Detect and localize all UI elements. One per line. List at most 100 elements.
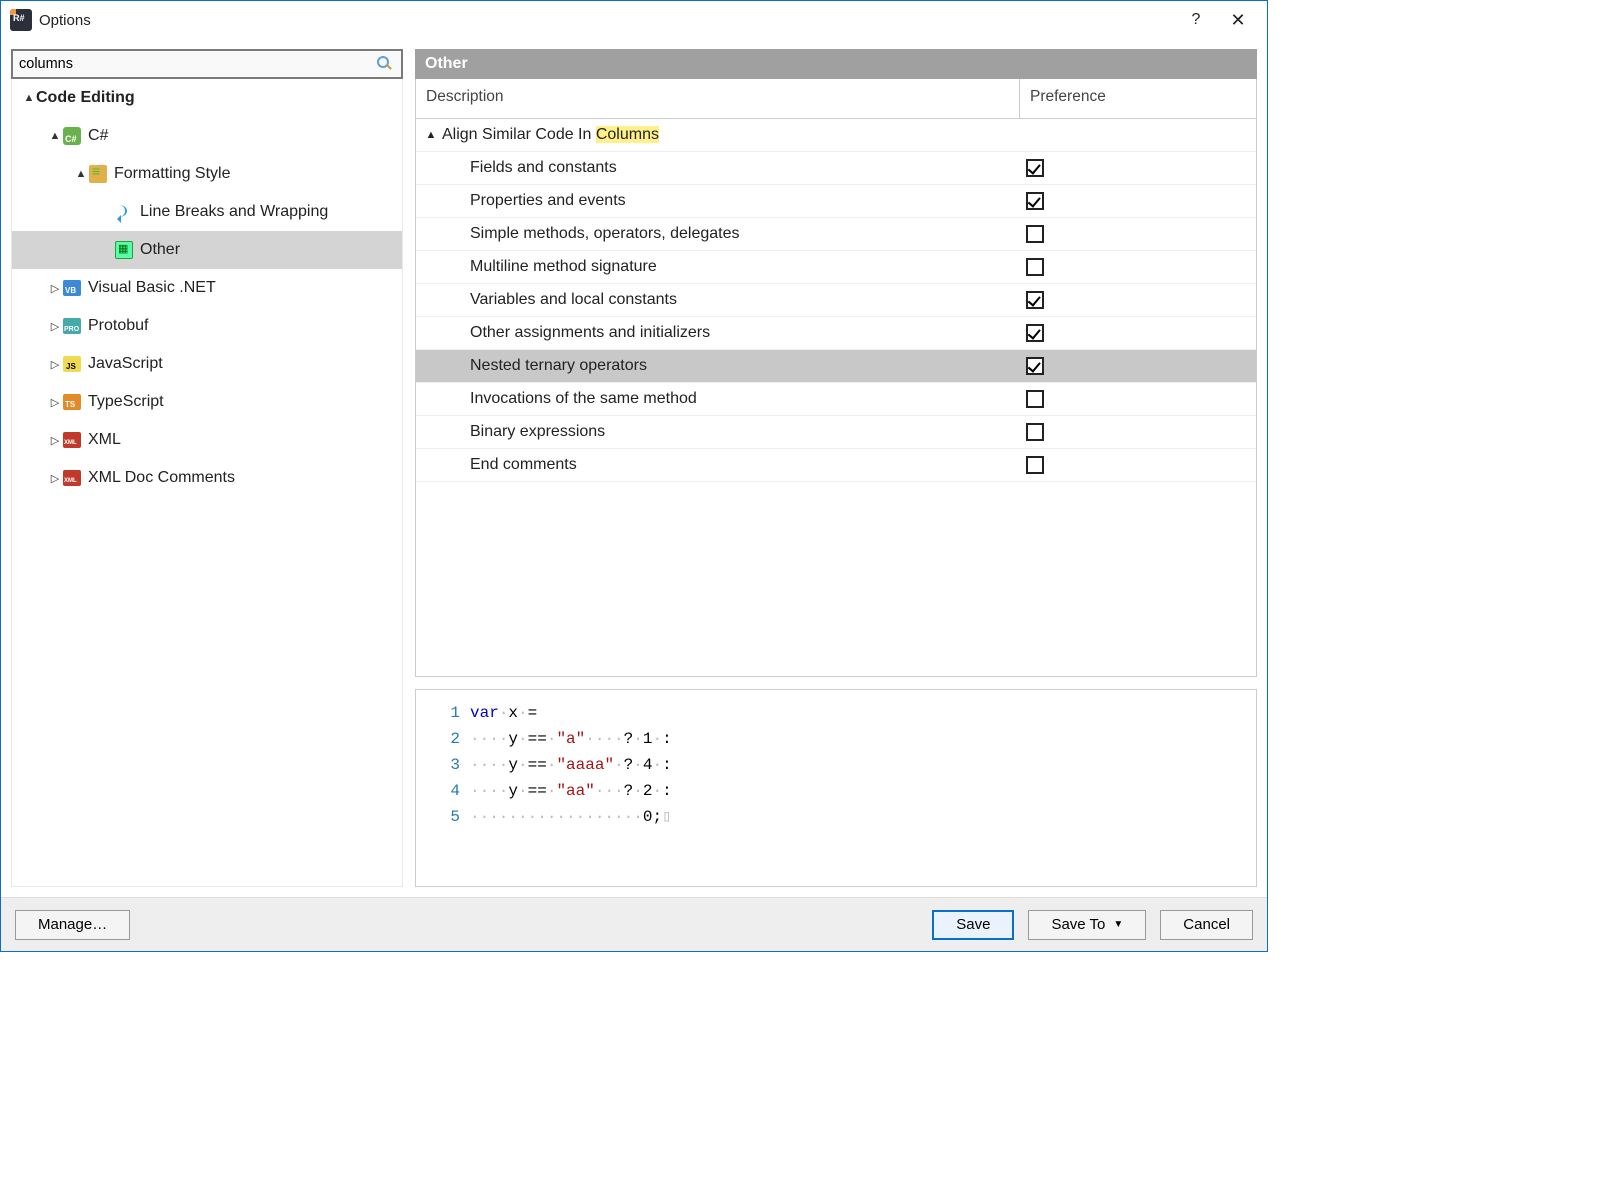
options-window: Options ? ✕ ▲ Code Editing ▲ C# ▲ [0, 0, 1268, 952]
code-line: 2····y·==·"a"····?·1·: [430, 726, 1242, 752]
titlebar: Options ? ✕ [1, 1, 1267, 39]
tree-item-vb[interactable]: ▷ Visual Basic .NET [12, 269, 402, 307]
caret-right-icon: ▷ [48, 472, 62, 485]
preference-checkbox[interactable] [1026, 291, 1044, 309]
formatting-icon [88, 164, 108, 184]
grid-row-label: Other assignments and initializers [470, 324, 710, 342]
caret-down-icon: ▲ [74, 168, 88, 180]
line-number: 1 [430, 700, 460, 726]
tree-item-csharp[interactable]: ▲ C# [12, 117, 402, 155]
preference-checkbox[interactable] [1026, 456, 1044, 474]
grid-row-label: Variables and local constants [470, 291, 677, 309]
options-tree: ▲ Code Editing ▲ C# ▲ Formatting Style L… [11, 79, 403, 887]
preference-checkbox[interactable] [1026, 423, 1044, 441]
caret-down-icon: ▲ [22, 92, 36, 104]
grid-row[interactable]: Nested ternary operators [416, 350, 1256, 383]
tree-item-protobuf[interactable]: ▷ Protobuf [12, 307, 402, 345]
code-preview: 1var·x·=2····y·==·"a"····?·1·:3····y·==·… [415, 689, 1257, 887]
preference-checkbox[interactable] [1026, 390, 1044, 408]
save-button[interactable]: Save [932, 910, 1014, 940]
section-title: Other [425, 55, 468, 73]
grid-row-label: Properties and events [470, 192, 626, 210]
grid-row-label: Multiline method signature [470, 258, 657, 276]
preference-checkbox[interactable] [1026, 258, 1044, 276]
window-title: Options [39, 12, 1175, 29]
grid-group-row[interactable]: ▲ Align Similar Code In Columns [416, 119, 1256, 152]
close-button[interactable]: ✕ [1217, 5, 1259, 35]
tree-item-xml-doc[interactable]: ▷ XML Doc Comments [12, 459, 402, 497]
footer: Manage… Save Save To▼ Cancel [1, 897, 1267, 951]
xml-icon [62, 468, 82, 488]
caret-right-icon: ▷ [48, 434, 62, 447]
caret-right-icon: ▷ [48, 358, 62, 371]
grid-row[interactable]: Variables and local constants [416, 284, 1256, 317]
code-line: 1var·x·= [430, 700, 1242, 726]
ts-icon [62, 392, 82, 412]
code-line: 4····y·==·"aa"···?·2·: [430, 778, 1242, 804]
grid-row[interactable]: Invocations of the same method [416, 383, 1256, 416]
preferences-grid: Description Preference ▲ Align Similar C… [415, 79, 1257, 677]
xml-icon [62, 430, 82, 450]
csharp-icon [62, 126, 82, 146]
grid-row-label: Invocations of the same method [470, 390, 697, 408]
preference-checkbox[interactable] [1026, 225, 1044, 243]
chevron-down-icon: ▼ [1113, 919, 1123, 930]
code-line: 5··················0;▯ [430, 804, 1242, 830]
preference-checkbox[interactable] [1026, 192, 1044, 210]
content-area: ▲ Code Editing ▲ C# ▲ Formatting Style L… [1, 39, 1267, 897]
grid-row[interactable]: Other assignments and initializers [416, 317, 1256, 350]
left-panel: ▲ Code Editing ▲ C# ▲ Formatting Style L… [11, 49, 403, 887]
preference-checkbox[interactable] [1026, 324, 1044, 342]
grid-row[interactable]: Binary expressions [416, 416, 1256, 449]
line-number: 5 [430, 804, 460, 830]
grid-row-label: Nested ternary operators [470, 357, 647, 375]
grid-row[interactable]: Simple methods, operators, delegates [416, 218, 1256, 251]
grid-row[interactable]: Fields and constants [416, 152, 1256, 185]
grid-row-label: End comments [470, 456, 577, 474]
preference-checkbox[interactable] [1026, 159, 1044, 177]
tree-item-code-editing[interactable]: ▲ Code Editing [12, 79, 402, 117]
save-to-button[interactable]: Save To▼ [1028, 910, 1146, 940]
line-number: 4 [430, 778, 460, 804]
line-number: 3 [430, 752, 460, 778]
manage-button[interactable]: Manage… [15, 910, 130, 940]
help-button[interactable]: ? [1175, 5, 1217, 35]
app-icon [9, 8, 33, 32]
section-header: Other [415, 49, 1257, 79]
tree-item-formatting-style[interactable]: ▲ Formatting Style [12, 155, 402, 193]
caret-down-icon: ▲ [424, 129, 438, 141]
right-panel: Other Description Preference ▲ Align Sim… [415, 49, 1257, 887]
grid-group-label: Align Similar Code In Columns [442, 126, 659, 144]
search-icon[interactable] [375, 54, 397, 76]
wrap-icon [114, 202, 134, 222]
caret-right-icon: ▷ [48, 396, 62, 409]
caret-right-icon: ▷ [48, 320, 62, 333]
tree-item-typescript[interactable]: ▷ TypeScript [12, 383, 402, 421]
grid-header: Description Preference [416, 79, 1256, 119]
tree-item-line-breaks[interactable]: Line Breaks and Wrapping [12, 193, 402, 231]
grid-row[interactable]: End comments [416, 449, 1256, 482]
caret-right-icon: ▷ [48, 282, 62, 295]
protobuf-icon [62, 316, 82, 336]
search-input[interactable] [13, 51, 371, 77]
search-field-wrap [11, 49, 403, 79]
vb-icon [62, 278, 82, 298]
grid-row[interactable]: Multiline method signature [416, 251, 1256, 284]
js-icon [62, 354, 82, 374]
grid-header-description: Description [416, 79, 1020, 118]
other-icon [114, 240, 134, 260]
grid-body: ▲ Align Similar Code In Columns Fields a… [416, 119, 1256, 676]
grid-row-label: Simple methods, operators, delegates [470, 225, 739, 243]
grid-row-label: Fields and constants [470, 159, 617, 177]
grid-row[interactable]: Properties and events [416, 185, 1256, 218]
grid-header-preference: Preference [1020, 79, 1256, 118]
preference-checkbox[interactable] [1026, 357, 1044, 375]
code-line: 3····y·==·"aaaa"·?·4·: [430, 752, 1242, 778]
tree-item-other[interactable]: Other [12, 231, 402, 269]
tree-item-javascript[interactable]: ▷ JavaScript [12, 345, 402, 383]
tree-item-xml[interactable]: ▷ XML [12, 421, 402, 459]
cancel-button[interactable]: Cancel [1160, 910, 1253, 940]
line-number: 2 [430, 726, 460, 752]
grid-row-label: Binary expressions [470, 423, 605, 441]
caret-down-icon: ▲ [48, 130, 62, 142]
